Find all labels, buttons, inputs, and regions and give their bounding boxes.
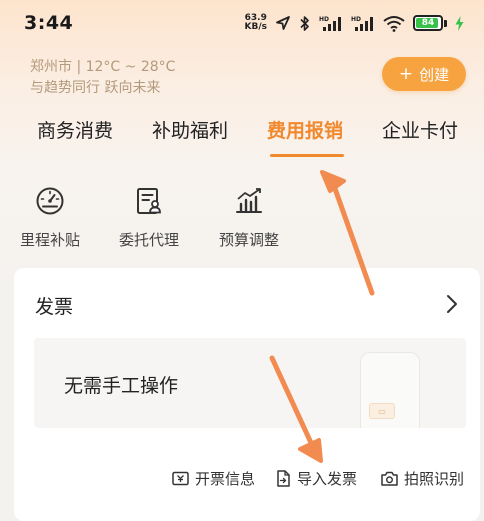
camera-icon bbox=[381, 471, 398, 486]
tab-subsidy-welfare[interactable]: 补助福利 bbox=[152, 116, 228, 143]
chevron-right-icon[interactable] bbox=[446, 294, 458, 318]
quick-action-budget-label: 预算调整 bbox=[218, 231, 279, 249]
weather-info: 郑州市 | 12°C ~ 28°C 与趋势同行 跃向未来 bbox=[30, 57, 175, 99]
create-button[interactable]: + 创建 bbox=[382, 57, 466, 91]
active-tab-indicator bbox=[270, 154, 344, 157]
invoice-actions: 开票信息 导入发票 拍照识别 bbox=[14, 468, 480, 498]
import-invoice-button[interactable]: 导入发票 bbox=[276, 468, 357, 489]
invoice-tag-icon: ▭ bbox=[369, 403, 395, 419]
invoice-banner[interactable]: 无需手工操作 ▭ bbox=[34, 338, 466, 428]
status-time: 3:44 bbox=[24, 12, 74, 34]
photo-recognition-button[interactable]: 拍照识别 bbox=[381, 468, 464, 489]
status-bar: 3:44 63.9 KB/s HD HD 84 bbox=[0, 0, 484, 46]
import-invoice-label: 导入发票 bbox=[297, 470, 358, 488]
location-arrow-icon bbox=[275, 15, 291, 31]
invoice-card-title: 发票 bbox=[35, 296, 74, 318]
photo-recognition-label: 拍照识别 bbox=[404, 470, 465, 488]
plus-icon: + bbox=[398, 63, 414, 84]
weather-line: 郑州市 | 12°C ~ 28°C bbox=[30, 59, 176, 75]
signal-hd-icon-1: HD bbox=[319, 15, 343, 32]
bar-chart-icon bbox=[236, 188, 262, 213]
delegate-document-icon bbox=[137, 188, 161, 214]
quick-action-budget[interactable]: 预算调整 bbox=[216, 185, 282, 250]
tab-expense-reimbursement[interactable]: 费用报销 bbox=[267, 116, 343, 143]
invoice-info-label: 开票信息 bbox=[195, 470, 256, 488]
status-icons: 63.9 KB/s HD HD 84 bbox=[245, 14, 464, 32]
slogan-text: 与趋势同行 跃向未来 bbox=[30, 80, 161, 96]
charging-bolt-icon bbox=[455, 15, 464, 31]
quick-action-delegate-label: 委托代理 bbox=[118, 231, 179, 249]
category-tabs: 商务消费 补助福利 费用报销 企业卡付 bbox=[0, 112, 484, 158]
quick-action-delegate[interactable]: 委托代理 bbox=[116, 185, 182, 250]
svg-text:HD: HD bbox=[351, 16, 361, 23]
quick-action-mileage[interactable]: 里程补贴 bbox=[17, 185, 83, 250]
banner-text: 无需手工操作 bbox=[64, 375, 179, 397]
import-file-icon bbox=[277, 470, 290, 487]
battery-icon: 84 bbox=[413, 15, 447, 31]
network-speed: 63.9 KB/s bbox=[244, 13, 267, 32]
tab-corporate-card[interactable]: 企业卡付 bbox=[382, 116, 458, 143]
signal-hd-icon-2: HD bbox=[351, 15, 375, 32]
phone-illustration: ▭ bbox=[360, 352, 420, 428]
quick-action-mileage-label: 里程补贴 bbox=[19, 231, 80, 249]
wifi-icon bbox=[383, 15, 405, 32]
bluetooth-icon bbox=[299, 15, 311, 32]
create-button-label: 创建 bbox=[419, 65, 450, 84]
tab-business-spending[interactable]: 商务消费 bbox=[37, 116, 113, 143]
speedometer-icon bbox=[36, 187, 64, 215]
svg-text:HD: HD bbox=[319, 16, 329, 23]
invoice-info-button[interactable]: 开票信息 bbox=[172, 468, 255, 489]
invoice-info-icon bbox=[172, 471, 189, 486]
invoice-card: 发票 无需手工操作 ▭ 开票信息 导入发票 拍照识别 bbox=[14, 268, 480, 521]
